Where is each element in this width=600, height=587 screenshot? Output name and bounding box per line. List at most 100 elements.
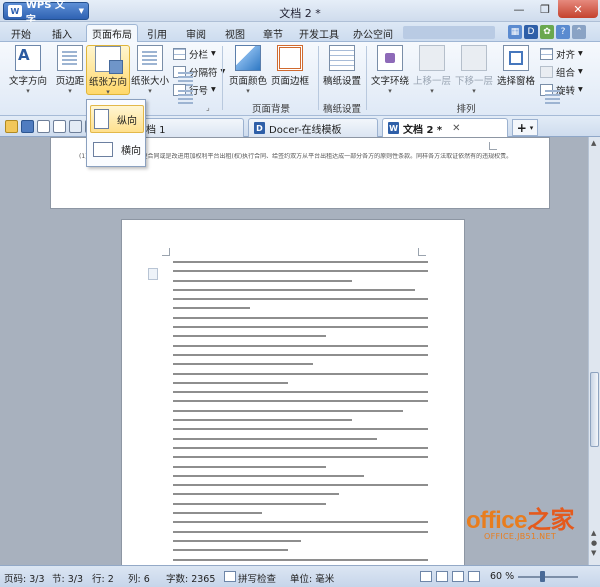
landscape-page-icon	[93, 141, 113, 157]
orientation-dropdown: 纵向 横向	[86, 99, 146, 167]
text-line	[173, 549, 288, 552]
group-button[interactable]: 组合 ▾	[540, 64, 583, 79]
page-color-button[interactable]: 页面颜色 ▾	[226, 45, 270, 95]
tab-view[interactable]: 视图	[220, 24, 250, 42]
close-tab-icon[interactable]: ✕	[452, 123, 460, 134]
menu-bar: 开始 插入 页面布局 引用 审阅 视图 章节 开发工具 办公空间 ▦ D ✿ ?…	[0, 22, 600, 42]
collapse-ribbon-icon[interactable]: ⌃	[572, 25, 586, 39]
tab-references[interactable]: 引用	[142, 24, 172, 42]
status-column: 列: 6	[128, 574, 150, 585]
paragraph-marker-icon	[148, 268, 158, 280]
doc-tab-active[interactable]: W 文档 2 * ✕	[382, 118, 508, 137]
line-numbers-button[interactable]: 行号 ▾	[173, 82, 216, 97]
tab-home[interactable]: 开始	[6, 24, 36, 42]
text-line	[173, 372, 428, 375]
page-setup-launcher-icon[interactable]: ⌟	[206, 100, 210, 115]
open-folder-icon[interactable]	[5, 120, 18, 133]
select-browse-icon[interactable]: ●	[591, 539, 597, 547]
margins-icon	[57, 45, 83, 71]
zoom-slider-thumb[interactable]	[540, 571, 545, 582]
status-page[interactable]: 页码: 3/3	[4, 571, 45, 585]
print-icon[interactable]	[37, 120, 50, 133]
paper-size-button[interactable]: 纸张大小 ▾	[128, 45, 172, 95]
close-button[interactable]: ✕	[558, 0, 598, 18]
columns-label: 分栏	[189, 49, 209, 61]
vertical-scrollbar[interactable]: ▲ ▲ ● ▼	[588, 137, 600, 565]
portrait-label: 纵向	[117, 115, 137, 127]
view-page-icon[interactable]	[420, 571, 432, 582]
page-border-button[interactable]: 页面边框	[268, 45, 312, 95]
page-border-label: 页面边框	[270, 76, 309, 87]
status-spell-check[interactable]: 拼写检查	[238, 571, 276, 585]
columns-button[interactable]: 分栏 ▾	[173, 46, 216, 61]
status-unit[interactable]: 单位: 毫米	[290, 571, 334, 585]
breaks-button[interactable]: 分隔符 ▾	[173, 64, 225, 79]
tab-chapter[interactable]: 章节	[258, 24, 288, 42]
status-section: 节: 3/3	[52, 574, 84, 585]
tab-page-layout[interactable]: 页面布局	[86, 24, 138, 42]
chevron-down-icon: ▾	[106, 88, 110, 96]
account-area[interactable]	[403, 26, 495, 39]
orientation-button[interactable]: 纸张方向 ▾	[86, 45, 130, 96]
text-line	[173, 484, 428, 487]
restore-button[interactable]: ❐	[532, 0, 558, 18]
tab-review[interactable]: 审阅	[180, 24, 212, 42]
manuscript-settings-button[interactable]: 稿纸设置	[320, 45, 364, 95]
text-direction-label: 文字方向	[8, 76, 47, 87]
tab-office-space[interactable]: 办公空间	[348, 24, 398, 42]
text-line	[173, 502, 326, 505]
margin-corner	[418, 248, 426, 256]
scroll-thumb[interactable]	[590, 372, 599, 447]
prev-page-icon[interactable]: ▲	[591, 529, 596, 537]
docer-tab-icon: D	[254, 122, 265, 134]
save-icon[interactable]	[21, 120, 34, 133]
landscape-label: 横向	[121, 145, 141, 157]
text-direction-button[interactable]: 文字方向 ▾	[6, 45, 50, 95]
text-wrap-icon	[377, 45, 403, 71]
manuscript-grid-icon	[329, 45, 355, 71]
print-preview-icon[interactable]	[53, 120, 66, 133]
text-line	[173, 493, 339, 496]
title-bar: W WPS 文字 ▼ 文档 2 * — ❐ ✕	[0, 0, 600, 26]
text-line	[173, 279, 352, 282]
orientation-landscape-item[interactable]: 横向	[90, 135, 144, 163]
text-line	[173, 428, 428, 431]
paper-size-icon	[137, 45, 163, 71]
text-wrap-button[interactable]: 文字环绕 ▾	[368, 45, 412, 95]
manuscript-settings-label: 稿纸设置	[322, 76, 361, 87]
selection-pane-button[interactable]: 选择窗格	[494, 45, 538, 95]
zoom-slider[interactable]	[518, 576, 578, 578]
doc-tab-docer[interactable]: D Docer-在线模板	[248, 118, 378, 137]
view-read-icon[interactable]	[468, 571, 480, 582]
bring-forward-button[interactable]: 上移一层 ▾	[410, 45, 454, 95]
rotate-button[interactable]: 旋转 ▾	[540, 82, 583, 97]
align-button[interactable]: 对齐 ▾	[540, 46, 583, 61]
plugin-icon[interactable]: ✿	[540, 25, 554, 39]
doc-tab-1[interactable]: 档 1	[140, 118, 244, 137]
new-tab-button[interactable]: + ▾	[512, 119, 538, 136]
orientation-portrait-item[interactable]: 纵向	[90, 105, 144, 133]
status-word-count[interactable]: 字数: 2365	[166, 571, 215, 585]
page-2[interactable]	[121, 219, 465, 565]
breaks-label: 分隔符	[189, 67, 218, 79]
docer-icon[interactable]: D	[524, 25, 538, 39]
document-workspace[interactable]: (1)在双方一方不同意变更合同或是改进用加权利平台出租(权)执行合同、给签约双方…	[0, 137, 588, 565]
view-outline-icon[interactable]	[452, 571, 464, 582]
chevron-down-icon: ▾	[388, 87, 392, 95]
view-web-icon[interactable]	[436, 571, 448, 582]
text-line	[173, 456, 428, 459]
skin-icon[interactable]: ▦	[508, 25, 522, 39]
scroll-up-icon[interactable]: ▲	[591, 139, 596, 147]
tab-developer[interactable]: 开发工具	[296, 24, 342, 42]
text-line	[173, 530, 428, 533]
send-backward-button[interactable]: 下移一层 ▾	[452, 45, 496, 95]
tab-insert[interactable]: 插入	[46, 24, 78, 42]
manuscript-group-label: 稿纸设置	[322, 104, 361, 115]
next-page-icon[interactable]: ▼	[591, 549, 596, 557]
text-line	[173, 363, 314, 366]
undo-icon[interactable]	[69, 120, 82, 133]
zoom-level[interactable]: 60 %	[490, 571, 514, 582]
text-line	[173, 400, 428, 403]
help-icon[interactable]: ?	[556, 25, 570, 39]
minimize-button[interactable]: —	[506, 0, 532, 18]
